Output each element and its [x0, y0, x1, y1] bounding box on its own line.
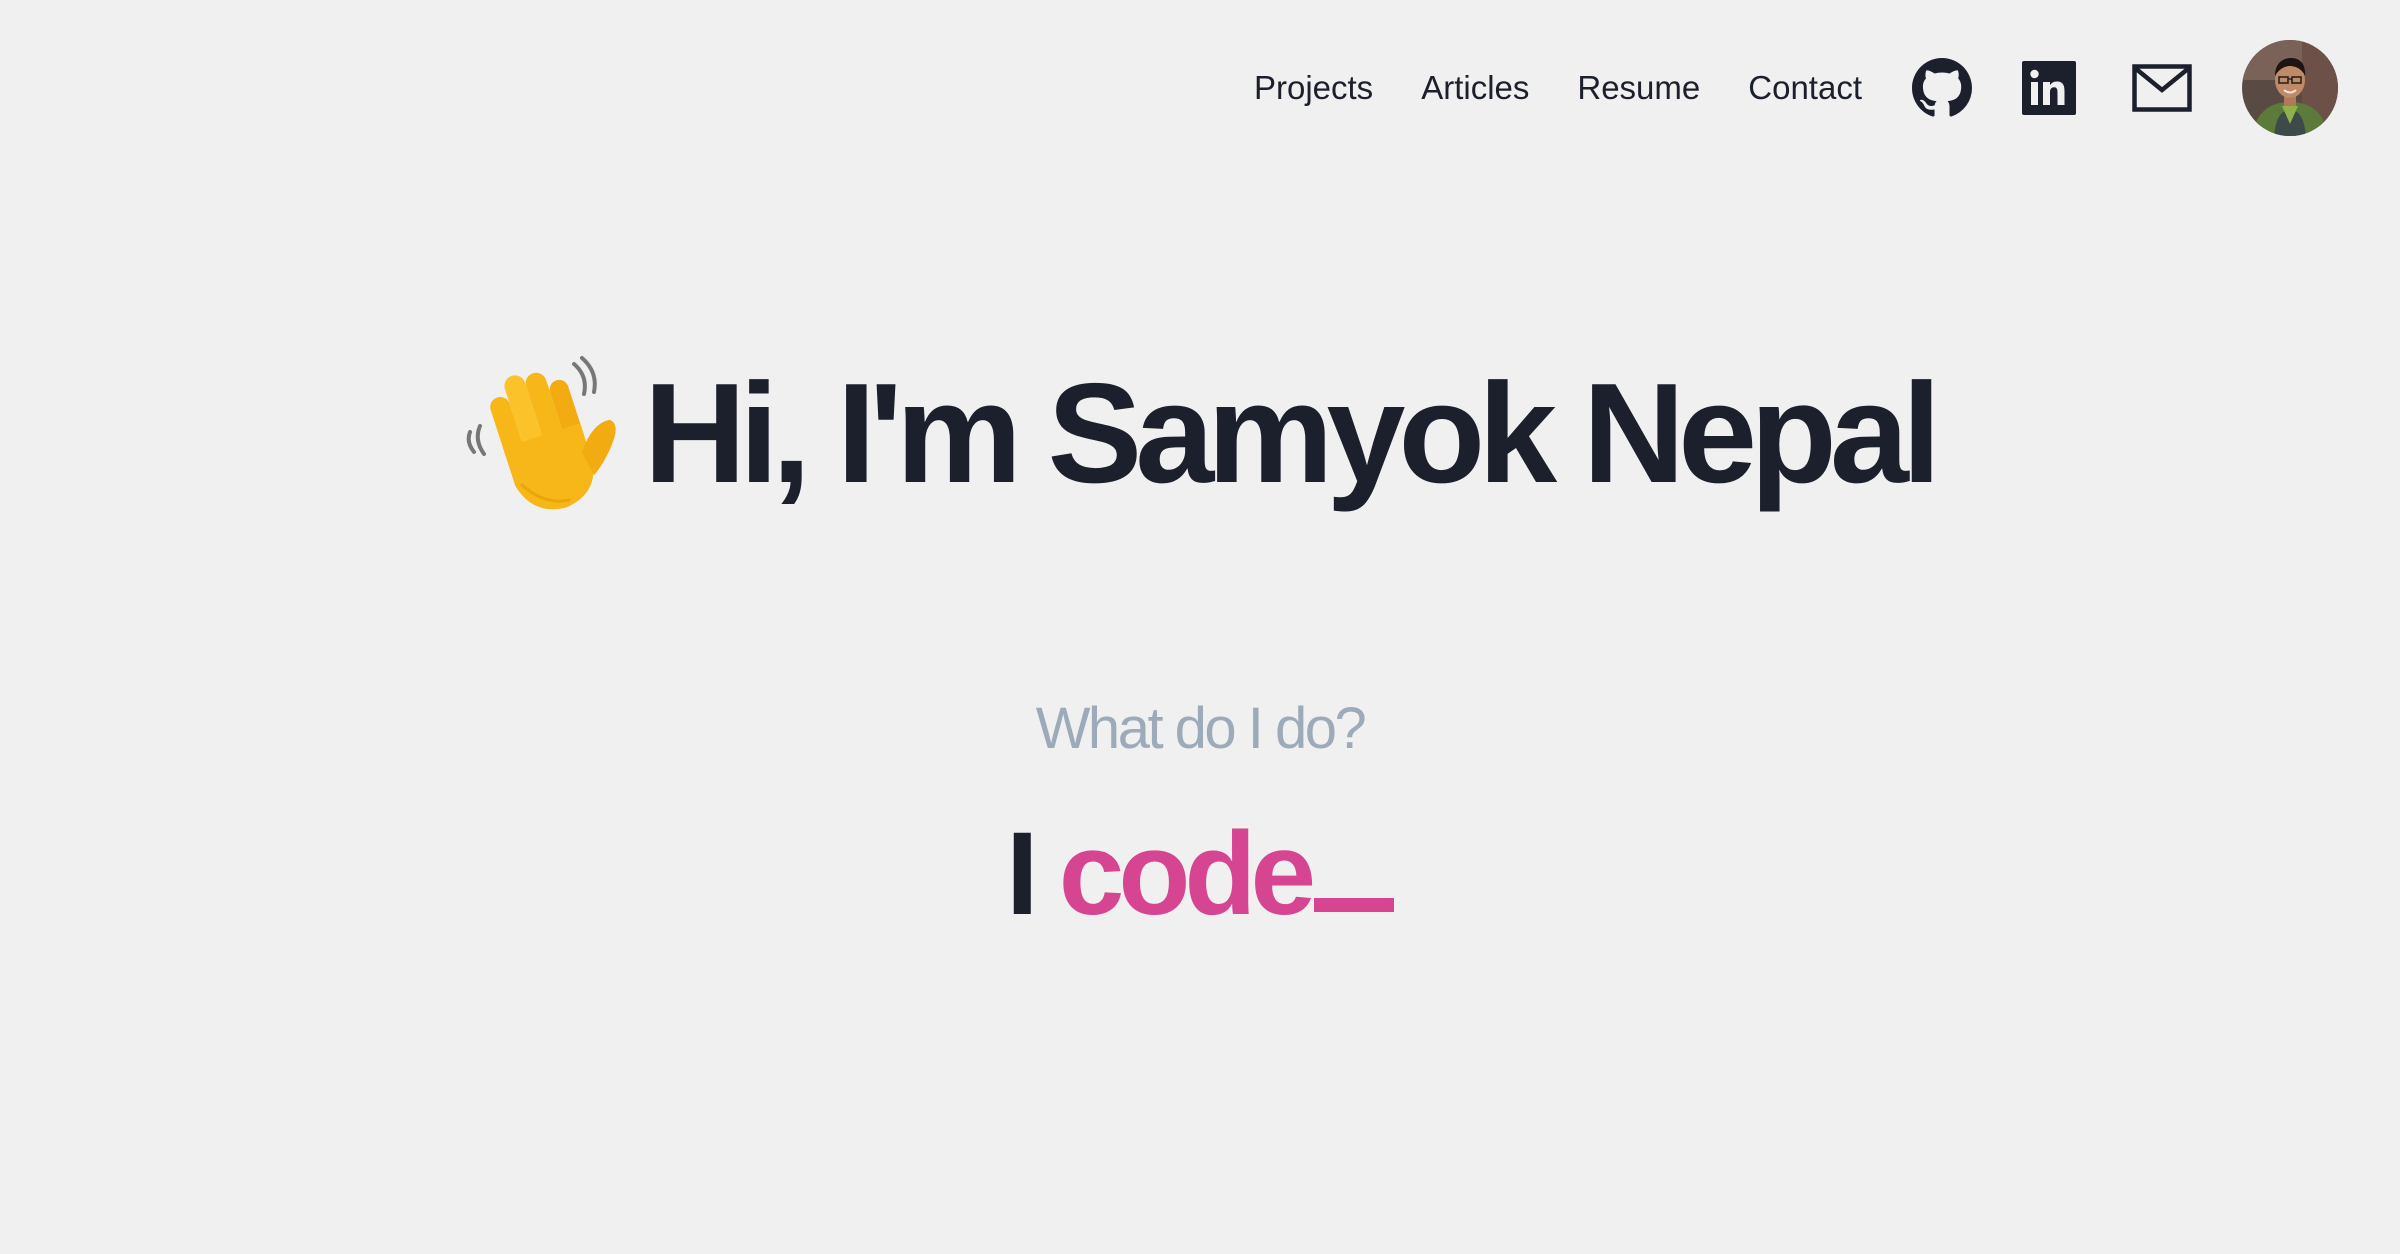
- tagline-typed-word: code: [1058, 808, 1316, 940]
- tagline-question: What do I do?: [1035, 696, 1367, 761]
- hero-headline: Hi, I'm Samyok Nepal: [643, 354, 1942, 513]
- top-nav: Projects Articles Resume Contact: [1254, 40, 2338, 136]
- mail-icon: [2132, 64, 2192, 112]
- waving-hand-icon: [466, 356, 616, 510]
- linkedin-link[interactable]: [2022, 61, 2076, 115]
- nav-link-projects[interactable]: Projects: [1254, 69, 1373, 107]
- hero: Hi, I'm Samyok Nepal: [0, 354, 2400, 514]
- tagline-prefix: I: [1005, 808, 1039, 940]
- nav-link-articles[interactable]: Articles: [1421, 69, 1529, 107]
- github-link[interactable]: [1912, 58, 1972, 118]
- nav-link-resume[interactable]: Resume: [1577, 69, 1700, 107]
- profile-photo-icon: [2242, 40, 2338, 136]
- github-icon: [1912, 58, 1972, 117]
- avatar[interactable]: [2242, 40, 2338, 136]
- typing-cursor: [1314, 898, 1395, 912]
- nav-link-contact[interactable]: Contact: [1748, 69, 1862, 107]
- linkedin-icon: [2022, 61, 2076, 115]
- mail-link[interactable]: [2132, 64, 2192, 112]
- typed-tagline: I code: [0, 815, 2400, 933]
